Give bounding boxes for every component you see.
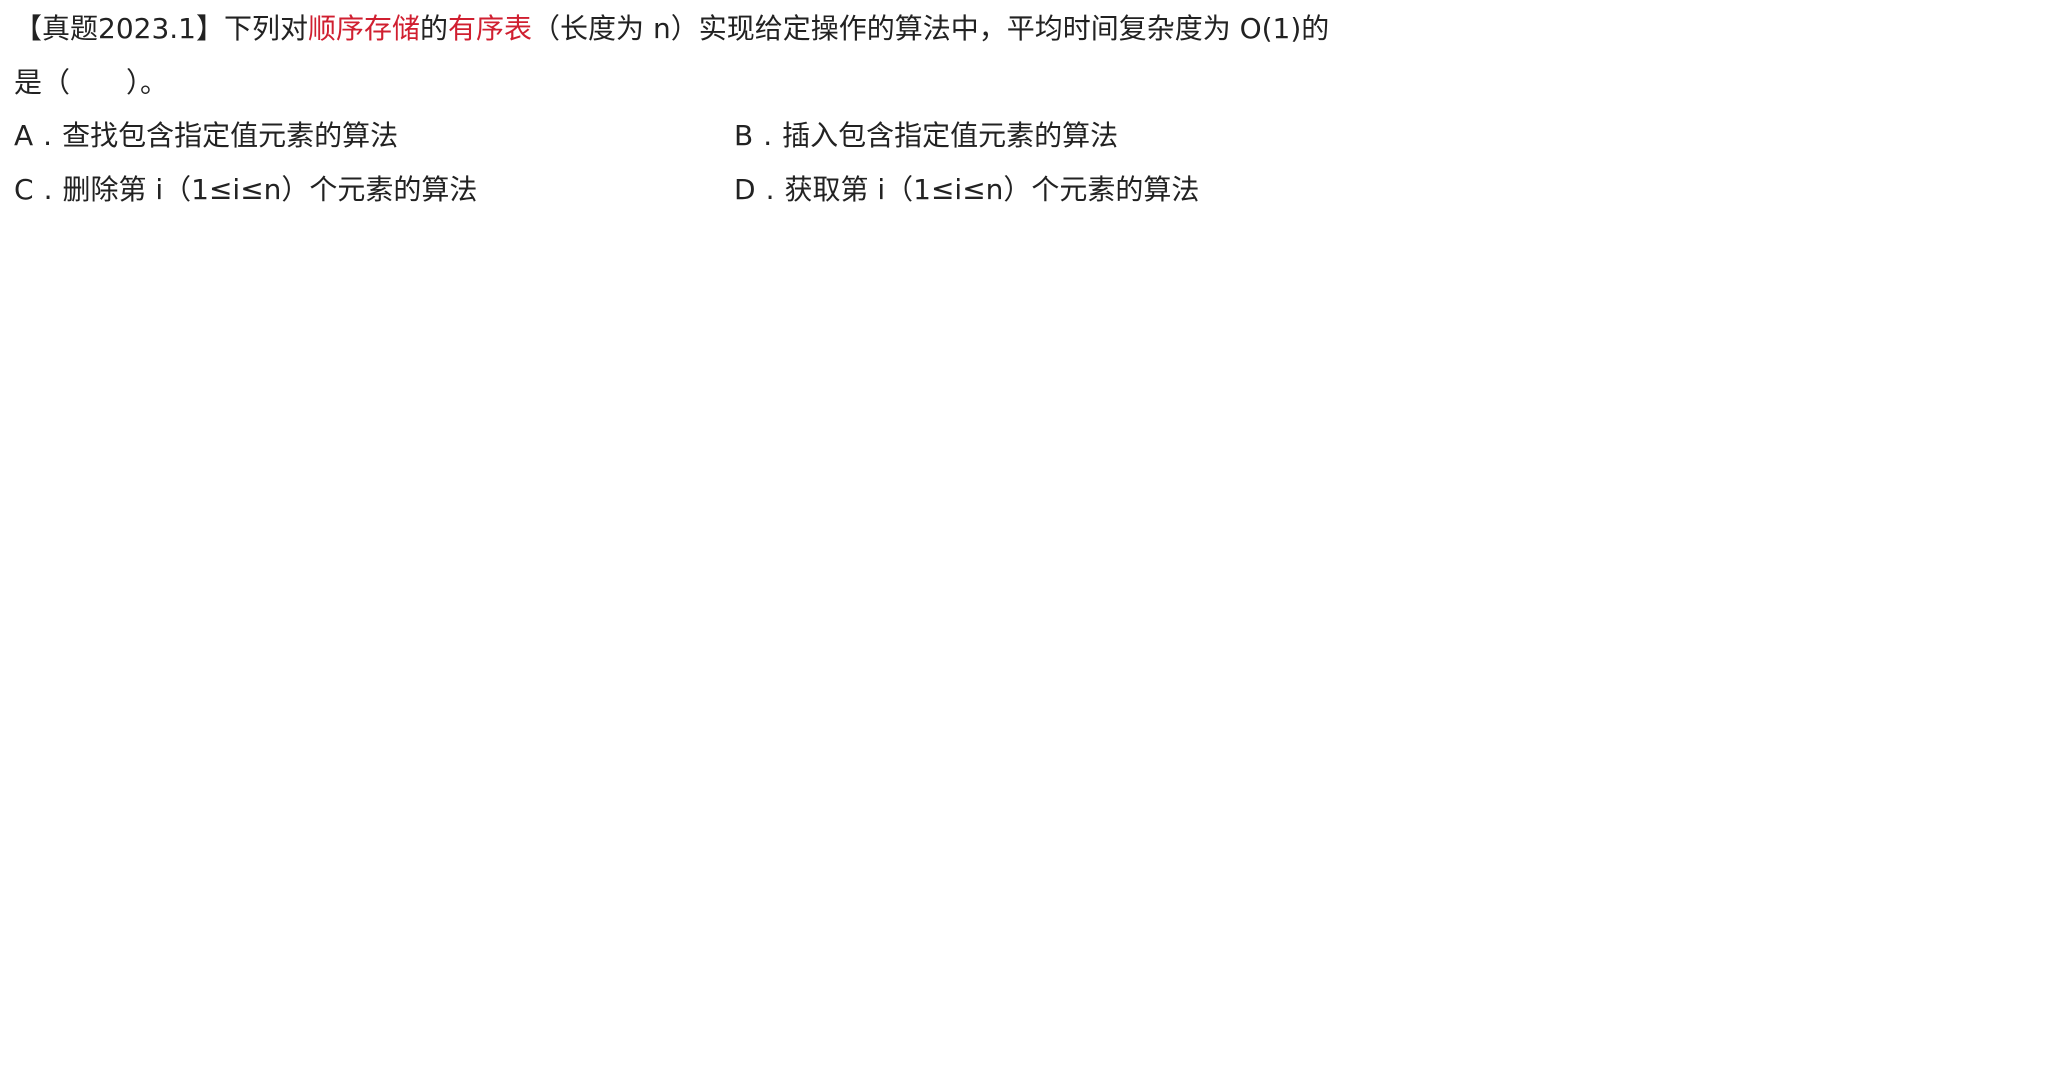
- option-a-separator: .: [43, 119, 53, 152]
- option-c-text: 删除第 i（1≤i≤n）个元素的算法: [62, 173, 478, 206]
- option-b-text: 插入包含指定值元素的算法: [782, 119, 1119, 152]
- option-c[interactable]: C. 删除第 i（1≤i≤n）个元素的算法: [14, 163, 734, 217]
- options-row-2: C. 删除第 i（1≤i≤n）个元素的算法 D. 获取第 i（1≤i≤n）个元素的算…: [14, 163, 1454, 217]
- option-d-separator: .: [765, 173, 775, 206]
- option-a-letter: A: [14, 119, 34, 152]
- option-b-letter: B: [734, 119, 754, 152]
- question-stem: 【真题2023.1】下列对顺序存储的有序表（长度为 n）实现给定操作的算法中，平…: [14, 2, 1454, 110]
- highlight-ordered-list: 有序表: [448, 12, 533, 45]
- option-d-text: 获取第 i（1≤i≤n）个元素的算法: [784, 173, 1200, 206]
- option-a-text: 查找包含指定值元素的算法: [62, 119, 399, 152]
- highlight-sequential-storage: 顺序存储: [308, 12, 421, 45]
- option-c-letter: C: [14, 173, 34, 206]
- question-tag: 【真题2023.1】: [14, 12, 224, 45]
- options-row-1: A. 查找包含指定值元素的算法 B. 插入包含指定值元素的算法: [14, 109, 1454, 163]
- question-line-2: 是（ ）。: [14, 66, 169, 99]
- question-text-part-3: （长度为 n）实现给定操作的算法中，平均时间复杂度为 O(1)的: [532, 12, 1330, 45]
- question-text-part-1: 下列对: [223, 12, 308, 45]
- option-d[interactable]: D. 获取第 i（1≤i≤n）个元素的算法: [734, 163, 1454, 217]
- option-c-separator: .: [43, 173, 53, 206]
- question-line-1: 【真题2023.1】下列对顺序存储的有序表（长度为 n）实现给定操作的算法中，平…: [14, 2, 1454, 56]
- option-b[interactable]: B. 插入包含指定值元素的算法: [734, 109, 1454, 163]
- option-b-separator: .: [763, 119, 773, 152]
- answer-options: A. 查找包含指定值元素的算法 B. 插入包含指定值元素的算法 C. 删除第 i（1≤…: [14, 109, 1454, 217]
- option-d-letter: D: [734, 173, 756, 206]
- document-page: 【真题2023.1】下列对顺序存储的有序表（长度为 n）实现给定操作的算法中，平…: [0, 0, 2061, 1080]
- question-text-part-2: 的: [420, 12, 449, 45]
- option-a[interactable]: A. 查找包含指定值元素的算法: [14, 109, 734, 163]
